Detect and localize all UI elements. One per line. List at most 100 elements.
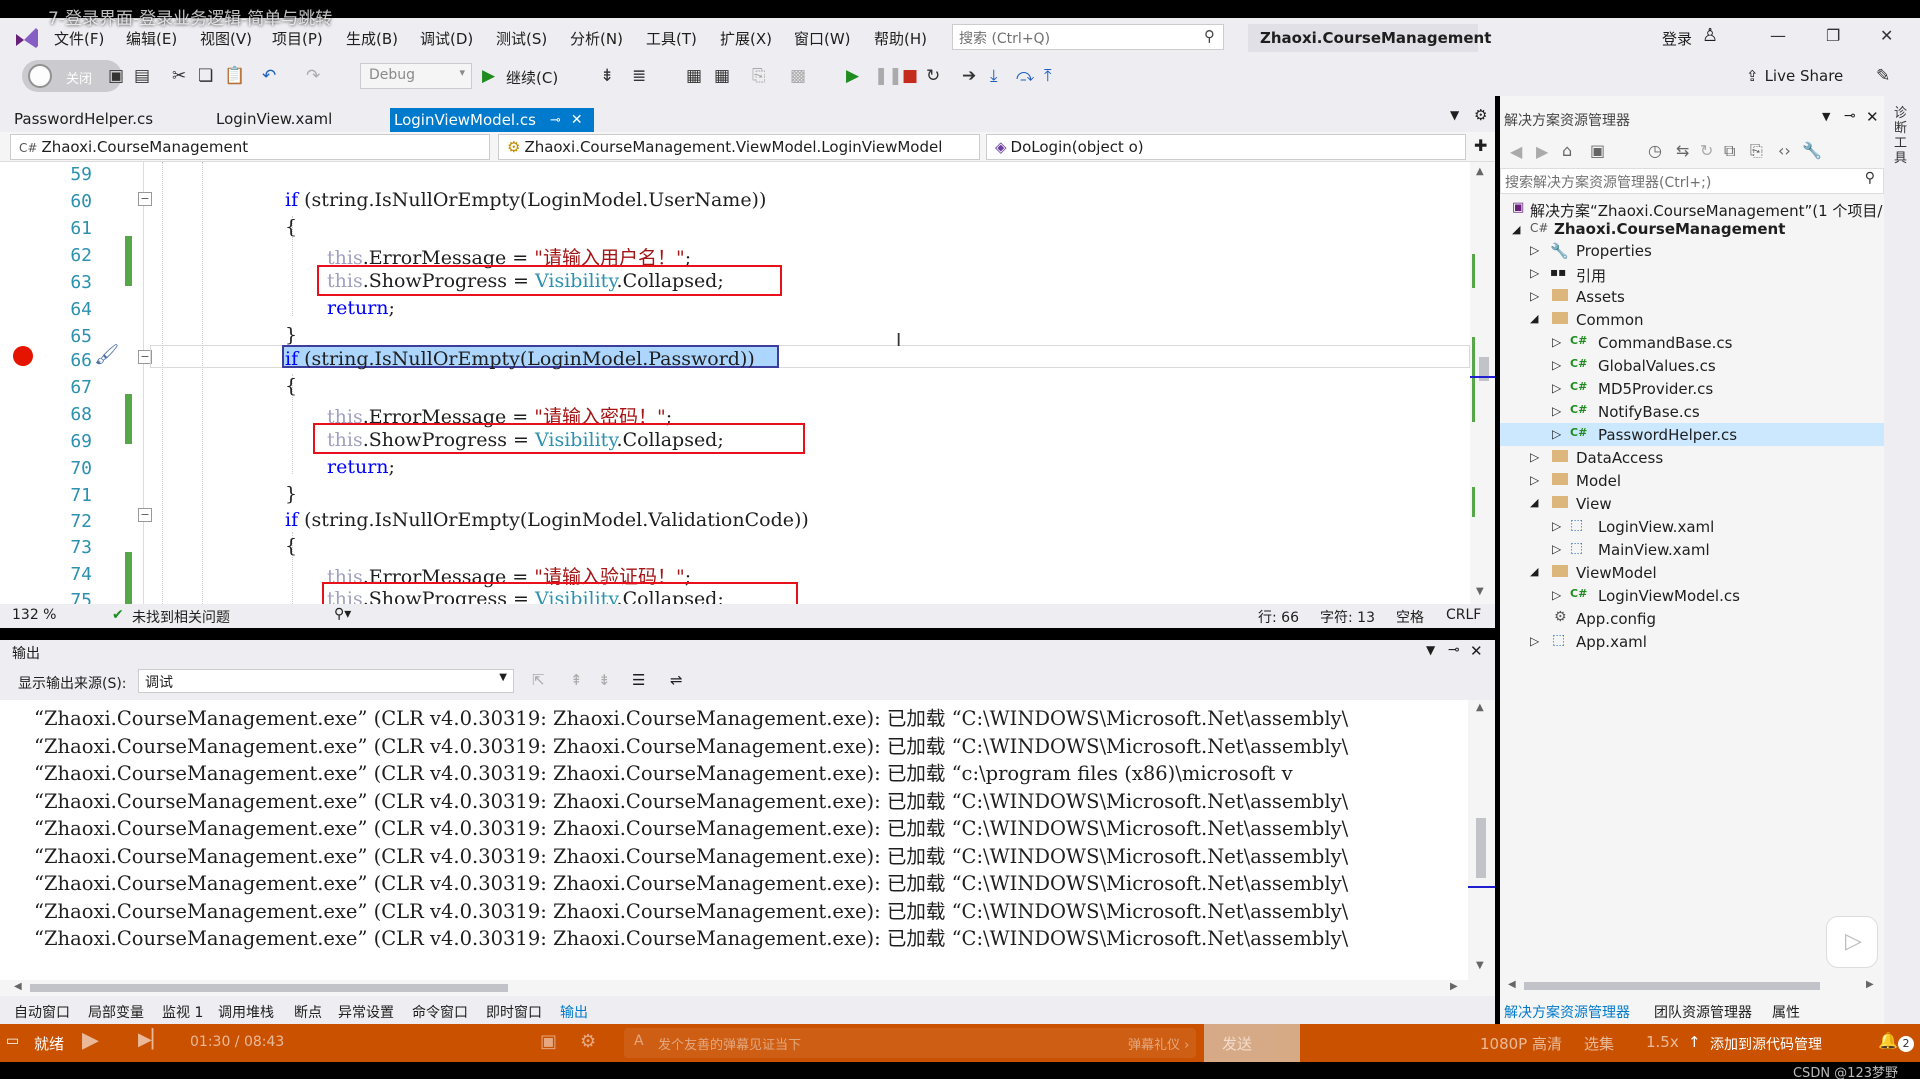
scrollbar-thumb[interactable] bbox=[1524, 982, 1820, 990]
tree-item[interactable]: CommandBase.cs bbox=[1598, 334, 1732, 352]
tree-item[interactable]: LoginView.xaml bbox=[1598, 518, 1714, 536]
save-all-icon[interactable]: ▤ bbox=[134, 66, 150, 86]
feedback-icon[interactable]: ✎ bbox=[1876, 66, 1890, 86]
scroll-left-icon[interactable]: ◀ bbox=[1508, 979, 1516, 990]
editor-scrollbar[interactable]: ▲ ▼ bbox=[1470, 162, 1495, 604]
collapsed-icon[interactable]: ▷ bbox=[1530, 634, 1539, 648]
menu-file[interactable]: 文件(F) bbox=[54, 28, 104, 49]
sync-icon[interactable]: ⇆ bbox=[1676, 141, 1689, 160]
expanded-icon[interactable]: ◢ bbox=[1512, 223, 1520, 236]
paste-icon[interactable]: 📋 bbox=[224, 66, 245, 86]
tree-item[interactable]: PasswordHelper.cs bbox=[1598, 426, 1737, 444]
show-next-statement-icon[interactable]: ➔ bbox=[962, 66, 976, 86]
zoom-select[interactable]: 132 % bbox=[12, 607, 56, 623]
restart-icon[interactable]: ↻ bbox=[926, 66, 940, 86]
collapsed-icon[interactable]: ▷ bbox=[1552, 358, 1561, 372]
tree-item[interactable]: Properties bbox=[1576, 242, 1652, 260]
menu-view[interactable]: 视图(V) bbox=[200, 28, 252, 49]
output-source-select[interactable]: 调试 ▼ bbox=[138, 669, 514, 693]
tab-exception-settings[interactable]: 异常设置 bbox=[338, 1002, 394, 1022]
episode-select[interactable]: 选集 bbox=[1584, 1033, 1614, 1054]
scrollbar-thumb[interactable] bbox=[30, 984, 508, 992]
live-share-button[interactable]: ⇪ Live Share bbox=[1746, 67, 1843, 85]
pending-changes-icon[interactable]: ◷ bbox=[1648, 141, 1662, 160]
deploy-icon[interactable]: ▦ bbox=[714, 66, 730, 86]
output-scrollbar[interactable]: ▲ ▼ bbox=[1468, 700, 1495, 980]
collapsed-icon[interactable]: ▷ bbox=[1552, 335, 1561, 349]
tree-item[interactable]: MD5Provider.cs bbox=[1598, 380, 1713, 398]
tree-item[interactable]: MainView.xaml bbox=[1598, 541, 1710, 559]
chevron-down-icon[interactable]: ▼ bbox=[1426, 643, 1435, 657]
find-message-icon[interactable]: ⇱ bbox=[532, 671, 545, 689]
tree-item[interactable]: 引用 bbox=[1576, 265, 1606, 286]
tab-solution-explorer[interactable]: 解决方案资源管理器 bbox=[1504, 1002, 1630, 1022]
close-icon[interactable]: ✕ bbox=[1866, 108, 1879, 126]
close-icon[interactable]: ✕ bbox=[1470, 642, 1483, 660]
project-node[interactable]: Zhaoxi.CourseManagement bbox=[1554, 220, 1785, 238]
class-select[interactable]: ⚙ Zhaoxi.CourseManagement.ViewModel.Login… bbox=[498, 134, 980, 160]
collapsed-icon[interactable]: ▷ bbox=[1530, 473, 1539, 487]
danmaku-toggle-icon[interactable]: ▣ bbox=[540, 1031, 557, 1052]
tab-loginviewmodel[interactable]: LoginViewModel.cs ⊸ ✕ bbox=[390, 108, 594, 132]
format-icon[interactable]: ≣ bbox=[632, 66, 646, 86]
tree-item[interactable]: Common bbox=[1576, 311, 1644, 329]
tab-properties[interactable]: 属性 bbox=[1772, 1002, 1800, 1022]
gear-icon[interactable]: ⚙ bbox=[1474, 106, 1487, 124]
tree-item[interactable]: GlobalValues.cs bbox=[1598, 357, 1716, 375]
notification-bell-icon[interactable]: 🔔 bbox=[1878, 1031, 1898, 1050]
issues-status[interactable]: 未找到相关问题 bbox=[132, 607, 230, 627]
pause-icon[interactable]: ❚❚ bbox=[874, 66, 903, 86]
expanded-icon[interactable]: ◢ bbox=[1530, 565, 1538, 578]
tab-output[interactable]: 输出 bbox=[560, 1002, 588, 1022]
expanded-icon[interactable]: ◢ bbox=[1530, 496, 1538, 509]
tab-breakpoints[interactable]: 断点 bbox=[294, 1002, 322, 1022]
step-icon[interactable]: ⇟ bbox=[600, 66, 614, 86]
prev-message-icon[interactable]: ⇞ bbox=[570, 671, 583, 689]
menu-analyze[interactable]: 分析(N) bbox=[570, 28, 623, 49]
scroll-up-icon[interactable]: ▲ bbox=[1476, 702, 1484, 713]
output-hscrollbar[interactable]: ◀ ▶ bbox=[0, 980, 1495, 996]
step-out-icon[interactable]: ⤒ bbox=[1044, 66, 1052, 86]
collapsed-icon[interactable]: ▷ bbox=[1552, 588, 1561, 602]
danmaku-input[interactable]: A 发个友善的弹幕见证当下 弹幕礼仪 › bbox=[624, 1028, 1196, 1058]
redo-icon[interactable]: ↷ bbox=[306, 66, 320, 86]
menu-test[interactable]: 测试(S) bbox=[496, 28, 547, 49]
step-over-icon[interactable]: ⤼ bbox=[1016, 66, 1034, 86]
collapsed-icon[interactable]: ▷ bbox=[1552, 381, 1561, 395]
minimize-button[interactable]: — bbox=[1770, 26, 1786, 45]
scroll-left-icon[interactable]: ◀ bbox=[14, 981, 22, 992]
save-icon[interactable]: ▣ bbox=[108, 66, 124, 86]
collapsed-icon[interactable]: ▷ bbox=[1552, 542, 1561, 556]
collapse-all-icon[interactable]: ⧉ bbox=[1724, 141, 1735, 161]
menu-help[interactable]: 帮助(H) bbox=[874, 28, 927, 49]
collapsed-icon[interactable]: ▷ bbox=[1530, 450, 1539, 464]
tab-autos[interactable]: 自动窗口 bbox=[14, 1002, 70, 1022]
solution-node[interactable]: 解决方案“Zhaoxi.CourseManagement”(1 个项目/ bbox=[1530, 200, 1882, 221]
add-to-source-control[interactable]: 添加到源代码管理 bbox=[1710, 1034, 1822, 1054]
menu-extensions[interactable]: 扩展(X) bbox=[720, 28, 772, 49]
scroll-up-icon[interactable]: ▲ bbox=[1476, 166, 1484, 177]
code-editor[interactable]: − − − 🖌 59 60 if (string.IsNullOrEmpty(Lo… bbox=[0, 162, 1495, 604]
person-add-icon[interactable]: ♙ bbox=[1702, 25, 1718, 46]
collapsed-icon[interactable]: ▷ bbox=[1552, 519, 1561, 533]
tab-command-window[interactable]: 命令窗口 bbox=[412, 1002, 468, 1022]
close-icon[interactable]: ✕ bbox=[571, 112, 583, 128]
menu-build[interactable]: 生成(B) bbox=[346, 28, 398, 49]
collapsed-icon[interactable]: ▷ bbox=[1552, 404, 1561, 418]
pin-icon[interactable]: ⊸ bbox=[1448, 642, 1460, 658]
tab-locals[interactable]: 局部变量 bbox=[88, 1002, 144, 1022]
tab-team-explorer[interactable]: 团队资源管理器 bbox=[1654, 1002, 1752, 1022]
tree-item[interactable]: App.xaml bbox=[1576, 633, 1647, 651]
menu-window[interactable]: 窗口(W) bbox=[794, 28, 851, 49]
project-select[interactable]: C# Zhaoxi.CourseManagement bbox=[10, 134, 490, 160]
show-all-files-icon[interactable]: ⎘ bbox=[1750, 141, 1763, 161]
tab-passwordhelper[interactable]: PasswordHelper.cs bbox=[14, 110, 153, 128]
quality-select[interactable]: 1080P 高清 bbox=[1480, 1033, 1562, 1054]
menu-project[interactable]: 项目(P) bbox=[272, 28, 323, 49]
tree-item[interactable]: ViewModel bbox=[1576, 564, 1657, 582]
player-play-overlay-button[interactable]: ▷ bbox=[1826, 916, 1878, 968]
collapsed-icon[interactable]: ▷ bbox=[1530, 243, 1539, 257]
tab-watch[interactable]: 监视 1 bbox=[162, 1002, 203, 1022]
properties-wrench-icon[interactable]: 🔧 bbox=[1802, 141, 1822, 160]
collapsed-icon[interactable]: ▷ bbox=[1530, 289, 1539, 303]
